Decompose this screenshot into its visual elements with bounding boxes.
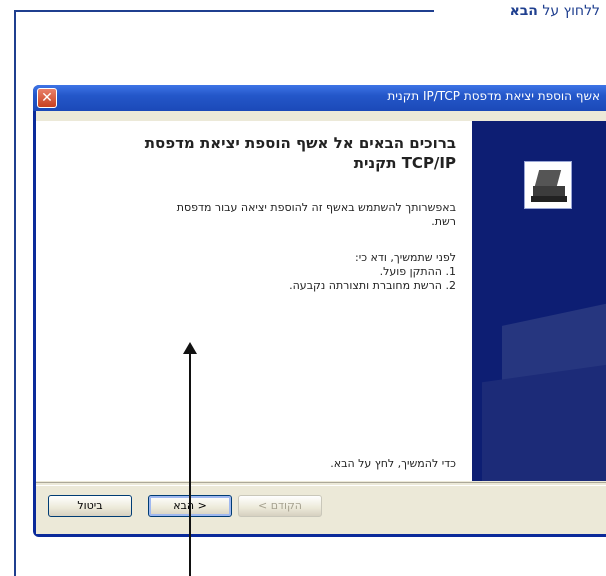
wizard-client-area: ברוכים הבאים אל אשף הוספת יציאת מדפסת TC… xyxy=(36,111,606,534)
back-button[interactable]: < הקודם xyxy=(238,495,322,517)
check-item-2: 2. הרשת מחוברת ותצורתה נקבעה. xyxy=(289,279,456,292)
heading-line-2: TCP/IP תקנית xyxy=(353,154,456,172)
printer-icon xyxy=(524,161,572,209)
check-item-1: 1. ההתקן פועל. xyxy=(379,265,456,278)
side-decoration xyxy=(482,359,606,481)
wizard-window: ✕ אשף הוספת יציאת מדפסת IP/TCP תקנית ברו… xyxy=(33,85,606,537)
callout-text: ללחוץ על הבא xyxy=(510,0,600,22)
before-text: לפני שתמשיך, ודא כי: xyxy=(355,251,456,264)
callout-frame-top xyxy=(14,10,434,12)
welcome-content: ברוכים הבאים אל אשף הוספת יציאת מדפסת TC… xyxy=(36,121,472,481)
side-panel xyxy=(472,121,606,481)
callout-bold: הבא xyxy=(509,3,538,19)
button-separator xyxy=(36,482,606,486)
window-title: אשף הוספת יציאת מדפסת IP/TCP תקנית xyxy=(387,89,600,103)
close-icon[interactable]: ✕ xyxy=(37,88,57,108)
cancel-button[interactable]: ביטול xyxy=(48,495,132,517)
continue-text: כדי להמשיך, לחץ על הבא. xyxy=(330,457,456,470)
intro-text: באפשרותך להשתמש באשף זה להוספת יציאה עבו… xyxy=(176,201,456,228)
pointer-line xyxy=(189,352,191,576)
callout-prefix: ללחוץ על xyxy=(542,3,600,19)
heading-line-1: ברוכים הבאים אל אשף הוספת יציאת מדפסת xyxy=(144,134,456,152)
title-bar[interactable]: ✕ אשף הוספת יציאת מדפסת IP/TCP תקנית xyxy=(33,85,606,111)
callout-frame-left xyxy=(14,10,16,576)
welcome-heading: ברוכים הבאים אל אשף הוספת יציאת מדפסת TC… xyxy=(126,133,456,173)
